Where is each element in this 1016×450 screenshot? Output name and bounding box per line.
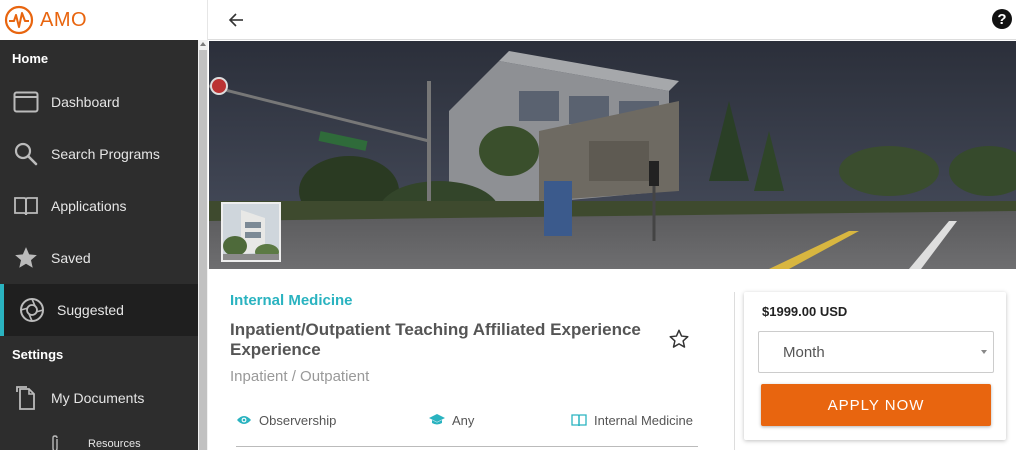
tag-observership: Observership	[236, 412, 336, 428]
documents-icon	[12, 384, 40, 412]
tag-label: Any	[452, 412, 475, 428]
sidebar-subitem-label: Resources	[88, 438, 141, 450]
dashboard-icon	[12, 88, 40, 116]
sidebar-item-saved[interactable]: Saved	[0, 232, 208, 284]
tag-any: Any	[429, 412, 474, 428]
sidebar-heading-home: Home	[12, 50, 49, 66]
program-subtitle: Inpatient / Outpatient	[230, 368, 370, 385]
aperture-icon	[18, 296, 46, 324]
sidebar-heading-settings: Settings	[12, 346, 64, 362]
brand-header[interactable]: AMO	[0, 0, 208, 40]
sidebar-item-label: Applications	[51, 198, 127, 214]
period-select[interactable]: Month	[758, 331, 994, 373]
sidebar-item-my-documents[interactable]: My Documents	[0, 372, 208, 424]
sidebar-subitem-resources[interactable]: Resources	[0, 424, 208, 450]
amo-logo-icon	[4, 5, 34, 35]
star-icon	[12, 244, 40, 272]
app-root: AMO Home Dashboard Search Programs Appli…	[0, 0, 1016, 450]
arrow-left-icon	[228, 13, 243, 27]
sidebar-item-suggested[interactable]: Suggested	[0, 284, 208, 336]
sidebar-item-label: Saved	[51, 250, 91, 266]
scrollbar-thumb[interactable]	[199, 50, 207, 450]
paperclip-icon	[48, 434, 62, 450]
eye-icon	[236, 412, 252, 428]
sidebar-item-label: My Documents	[51, 390, 145, 406]
caret-down-icon	[981, 350, 987, 354]
book-icon	[571, 412, 587, 428]
tag-label: Observership	[259, 412, 337, 428]
star-outline-icon	[669, 329, 689, 348]
program-category[interactable]: Internal Medicine	[230, 292, 353, 309]
apply-now-button[interactable]: APPLY NOW	[761, 384, 991, 426]
sidebar-item-label: Suggested	[57, 302, 124, 318]
program-title: Inpatient/Outpatient Teaching Affiliated…	[230, 320, 641, 359]
program-thumbnail[interactable]	[221, 202, 281, 262]
tag-label: Internal Medicine	[594, 412, 693, 428]
column-divider	[734, 292, 735, 450]
period-select-value: Month	[783, 343, 825, 361]
book-icon	[12, 192, 40, 220]
graduation-cap-icon	[429, 412, 445, 428]
search-icon	[12, 140, 40, 168]
sidebar-scrollbar[interactable]	[198, 40, 208, 450]
sidebar-item-applications[interactable]: Applications	[0, 180, 208, 232]
favorite-star-button[interactable]	[668, 328, 692, 352]
top-bar: ?	[208, 0, 1016, 40]
pricing-card: $1999.00 USD Month APPLY NOW	[744, 292, 1006, 440]
brand-name: AMO	[40, 8, 88, 31]
program-price: $1999.00 USD	[762, 304, 848, 319]
tag-internal-medicine: Internal Medicine	[571, 412, 693, 428]
sidebar-item-search-programs[interactable]: Search Programs	[0, 128, 208, 180]
building-thumbnail-image	[223, 204, 279, 260]
sidebar-item-dashboard[interactable]: Dashboard	[0, 76, 208, 128]
back-button[interactable]	[224, 8, 248, 32]
sidebar: Home Dashboard Search Programs Applicati…	[0, 40, 208, 450]
scroll-up-arrow-icon[interactable]	[200, 42, 206, 46]
program-hero-image	[209, 41, 1016, 269]
sidebar-item-label: Search Programs	[51, 146, 160, 162]
help-button[interactable]: ?	[992, 9, 1012, 29]
details-divider	[236, 446, 698, 447]
sidebar-item-label: Dashboard	[51, 94, 120, 110]
hospital-street-photo	[209, 41, 1016, 269]
